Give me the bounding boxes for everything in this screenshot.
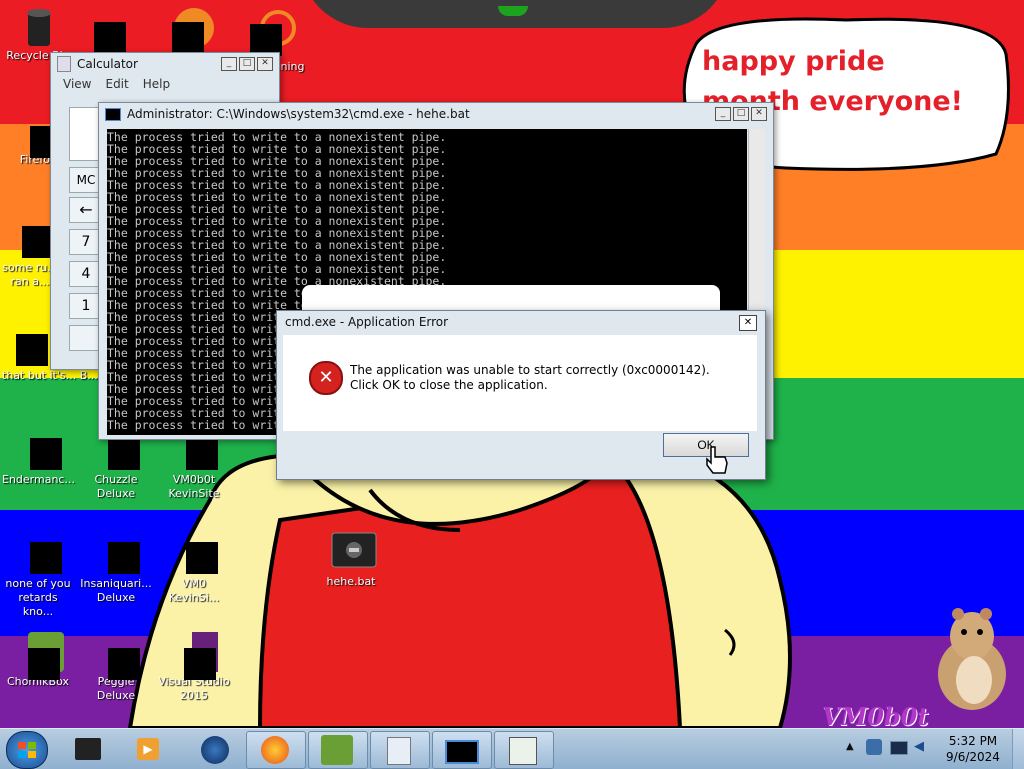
mouse-cursor-icon bbox=[706, 446, 728, 474]
dialog-content: ✕ The application was unable to start co… bbox=[283, 335, 757, 431]
show-desktop-button[interactable] bbox=[1012, 729, 1024, 769]
desktop-icon-label: Chuzzle Deluxe bbox=[94, 473, 138, 500]
desktop-icon-label: VM0 KevinSi... bbox=[168, 577, 220, 604]
recycle-bin-icon bbox=[18, 6, 58, 46]
desktop-icon-visual-studio[interactable]: Visual Studio 2015 bbox=[158, 632, 230, 703]
taskbar-app-windows-media[interactable] bbox=[58, 731, 118, 769]
minimize-button[interactable]: _ bbox=[715, 107, 731, 121]
menu-view[interactable]: View bbox=[63, 77, 91, 91]
calculator-window-controls: _ □ ✕ bbox=[221, 57, 273, 71]
clock-date: 9/6/2024 bbox=[946, 750, 1000, 764]
desktop-icon-insaniquarium[interactable]: Insaniquari... Deluxe bbox=[80, 534, 152, 605]
taskbar-app-cmd[interactable] bbox=[432, 731, 492, 769]
calculator-icon bbox=[57, 56, 71, 72]
windows-logo-icon bbox=[28, 742, 36, 749]
dialog-close-button[interactable]: ✕ bbox=[739, 315, 757, 331]
globe-icon bbox=[201, 736, 229, 764]
taskbar-app-chomikbox[interactable] bbox=[308, 731, 368, 769]
chomikbox-icon bbox=[321, 735, 353, 765]
chomikbox-icon bbox=[18, 632, 64, 680]
start-button[interactable] bbox=[6, 731, 48, 769]
desktop-icon-hehe-bat[interactable]: hehe.bat bbox=[315, 532, 387, 589]
calculator-title: Calculator bbox=[77, 57, 138, 71]
taskbar-app-media-player[interactable]: ▶ bbox=[120, 731, 180, 769]
desktop-icon-chuzzle[interactable]: Chuzzle Deluxe bbox=[80, 430, 152, 501]
menu-edit[interactable]: Edit bbox=[105, 77, 128, 91]
calculator-icon bbox=[387, 737, 411, 765]
cmd-icon bbox=[105, 107, 121, 121]
desktop-icon-label: hehe.bat bbox=[326, 575, 376, 588]
close-button[interactable]: ✕ bbox=[257, 57, 273, 71]
app-icon bbox=[174, 534, 218, 574]
desktop-icon-kevinsite-2[interactable]: VM0 KevinSi... bbox=[158, 534, 230, 605]
desktop-icon-label: that but it's... B... bbox=[2, 369, 98, 382]
cmd-title: Administrator: C:\Windows\system32\cmd.e… bbox=[127, 107, 470, 121]
tray-up-arrow-icon[interactable]: ▲ bbox=[846, 741, 854, 752]
maximize-button[interactable]: □ bbox=[239, 57, 255, 71]
visual-studio-icon bbox=[174, 632, 218, 680]
clock[interactable]: 5:32 PM 9/6/2024 bbox=[940, 733, 1006, 765]
media-player-icon: ▶ bbox=[137, 738, 159, 760]
cmd-icon bbox=[445, 740, 479, 764]
desktop-icon-endermanch[interactable]: Endermanc... bbox=[2, 430, 75, 487]
desktop-icon-top-2[interactable] bbox=[92, 12, 132, 54]
desktop-icon-none-of-you[interactable]: none of you retards kno... bbox=[2, 534, 74, 619]
taskbar-app-firefox[interactable] bbox=[246, 731, 306, 769]
taskbar-app-calculator[interactable] bbox=[370, 731, 430, 769]
windows-logo-icon bbox=[28, 751, 36, 758]
firefox-icon bbox=[261, 736, 289, 764]
cmd-titlebar[interactable]: Administrator: C:\Windows\system32\cmd.e… bbox=[99, 103, 773, 125]
media-center-icon bbox=[75, 738, 101, 760]
desktop-icon-label: Insaniquari... Deluxe bbox=[80, 577, 152, 604]
desktop-icon-chomikbox[interactable]: ChomikBox bbox=[2, 632, 74, 689]
batch-file-icon bbox=[331, 532, 377, 572]
taskbar-app-globe[interactable] bbox=[184, 731, 244, 769]
calculator-menubar: View Edit Help bbox=[51, 75, 279, 93]
app-icon bbox=[18, 534, 62, 574]
desktop-icon-top-3[interactable] bbox=[170, 8, 218, 54]
taskbar: ▶ ▲ ◀ 5:32 PM 9/6/2024 bbox=[0, 728, 1024, 769]
app-icon bbox=[18, 430, 62, 470]
maximize-button[interactable]: □ bbox=[733, 107, 749, 121]
windows-logo-icon bbox=[18, 751, 26, 758]
taskbar-app-notepad[interactable] bbox=[494, 731, 554, 769]
close-button[interactable]: ✕ bbox=[751, 107, 767, 121]
peggle-icon bbox=[96, 632, 140, 680]
document-icon bbox=[10, 326, 50, 366]
error-icon: ✕ bbox=[309, 361, 343, 395]
windows-logo-icon bbox=[18, 742, 26, 749]
clock-time: 5:32 PM bbox=[948, 734, 998, 748]
folder-icon bbox=[10, 218, 54, 258]
wallpaper-signature: VM0b0t bbox=[822, 702, 929, 731]
hamster-image bbox=[938, 608, 1006, 710]
desktop-icon-label: VM0b0t KevinSite bbox=[168, 473, 220, 500]
desktop-icon-kevinsite[interactable]: VM0b0t KevinSite bbox=[158, 430, 230, 501]
dialog-title: cmd.exe - Application Error bbox=[285, 315, 449, 329]
cmd-window-controls: _ □ ✕ bbox=[715, 107, 767, 121]
tray-monitor-icon[interactable] bbox=[890, 741, 908, 755]
desktop-icon-label: Endermanc... bbox=[2, 473, 75, 486]
menu-help[interactable]: Help bbox=[143, 77, 170, 91]
error-dialog[interactable]: cmd.exe - Application Error ✕ ✕ The appl… bbox=[276, 310, 766, 480]
desktop-icon-label: none of you retards kno... bbox=[5, 577, 71, 618]
game-icon bbox=[96, 534, 140, 574]
dialog-titlebar[interactable]: cmd.exe - Application Error bbox=[277, 311, 765, 333]
minimize-button[interactable]: _ bbox=[221, 57, 237, 71]
tray-speaker-icon[interactable]: ◀ bbox=[914, 739, 930, 755]
desktop-icon-peggle[interactable]: Peggle Deluxe bbox=[80, 632, 152, 703]
dialog-message: The application was unable to start corr… bbox=[350, 363, 710, 392]
notepad-icon bbox=[509, 737, 537, 765]
tray-network-icon[interactable] bbox=[866, 739, 882, 755]
